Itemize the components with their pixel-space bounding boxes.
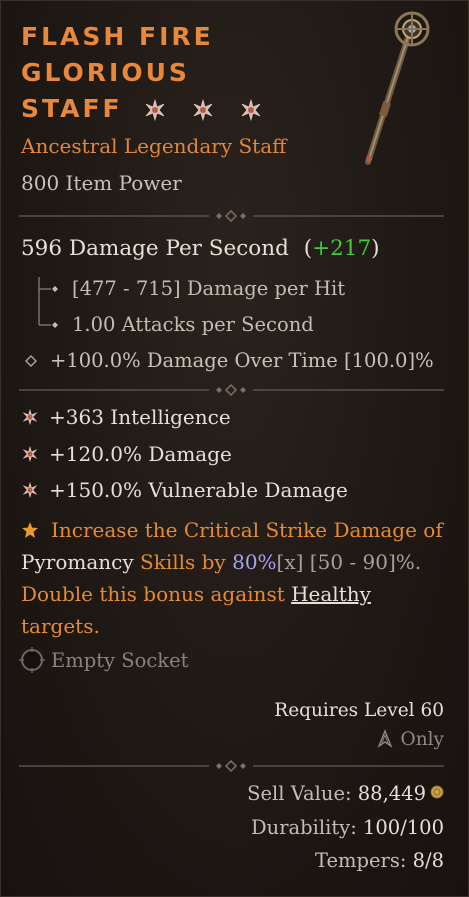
aspect-text: Double this bonus against <box>21 582 292 606</box>
empty-socket: Empty Socket <box>19 646 189 673</box>
tempers-value: 8/8 <box>412 849 444 872</box>
aspect-text: targets. <box>21 614 100 638</box>
greater-affix-stars <box>144 91 275 127</box>
damage-per-hit: [477 - 715] Damage per Hit <box>72 277 346 300</box>
dps-bonus: +217 <box>312 236 372 261</box>
sorcerer-class-icon <box>377 728 393 748</box>
skill-tag-pyromancy: Pyromancy <box>21 550 134 574</box>
affix-star-icon <box>22 481 38 498</box>
dps-value: 596 Damage Per Second <box>21 236 289 261</box>
affix-intelligence: +363 Intelligence <box>21 405 231 429</box>
greater-affix-icon <box>241 99 261 121</box>
class-restriction: Only <box>375 728 444 750</box>
legendary-star-icon <box>22 522 38 538</box>
damage-tree-lines <box>38 277 58 328</box>
damage-over-time: +100.0% Damage Over Time [100.0]% <box>50 349 434 372</box>
greater-affix-icon <box>146 99 165 121</box>
attacks-per-second: 1.00 Attacks per Second <box>72 313 314 336</box>
requires-level: Requires Level 60 <box>274 700 444 721</box>
durability: Durability: 100/100 <box>251 816 444 839</box>
affix-text: +120.0% Damage <box>49 442 232 466</box>
affix-damage: +120.0% Damage <box>21 442 232 466</box>
healthy-keyword: Healthy <box>291 582 371 606</box>
aspect-text: Increase the Critical Strike Damage of <box>51 518 443 542</box>
aspect-value: 80% <box>232 550 277 574</box>
class-only-label: Only <box>400 729 444 750</box>
staff-item-icon <box>365 11 430 165</box>
implicit-diamond-icon <box>25 355 37 367</box>
dps-paren-open: ( <box>303 236 313 261</box>
affix-vulnerable-damage: +150.0% Vulnerable Damage <box>21 478 348 502</box>
item-tooltip: Flash Fire Glorious Staff Ancestral Lege… <box>0 0 469 897</box>
sell-value: Sell Value: 88,449 <box>247 782 444 805</box>
damage-per-second: 596 Damage Per Second (+217) <box>21 236 380 261</box>
item-name-line-2: Glorious <box>21 58 190 87</box>
socket-label: Empty Socket <box>51 649 189 672</box>
affix-star-icon <box>22 408 38 425</box>
item-name-line-3-wrap: Staff <box>21 91 276 127</box>
aspect-multiplier: [x] <box>276 550 304 574</box>
tempers: Tempers: 8/8 <box>315 849 444 872</box>
affix-text: +363 Intelligence <box>49 405 231 429</box>
aspect-range: [50 - 90]%. <box>303 550 422 574</box>
affix-star-icon <box>22 445 38 462</box>
dps-paren-close: ) <box>371 236 380 261</box>
section-divider <box>19 209 444 223</box>
greater-affix-icon <box>193 99 213 121</box>
legendary-aspect: Increase the Critical Strike Damage of P… <box>21 514 451 642</box>
item-name-line-3: Staff <box>21 94 123 123</box>
section-divider <box>19 383 444 397</box>
affix-text: +150.0% Vulnerable Damage <box>49 478 348 502</box>
section-divider <box>19 759 444 773</box>
gold-coin-icon <box>430 785 444 798</box>
item-power: 800 Item Power <box>21 171 182 195</box>
durability-value: 100/100 <box>362 816 444 839</box>
socket-ring-icon <box>19 646 45 673</box>
tempers-label: Tempers: <box>314 849 407 872</box>
sell-value-amount: 88,449 <box>357 782 426 805</box>
durability-label: Durability: <box>251 816 357 839</box>
sell-value-label: Sell Value: <box>247 782 352 805</box>
item-name-line-1: Flash Fire <box>21 22 214 51</box>
item-name: Flash Fire Glorious Staff <box>21 19 276 127</box>
aspect-text: Skills by <box>133 550 233 574</box>
item-type: Ancestral Legendary Staff <box>21 134 287 158</box>
